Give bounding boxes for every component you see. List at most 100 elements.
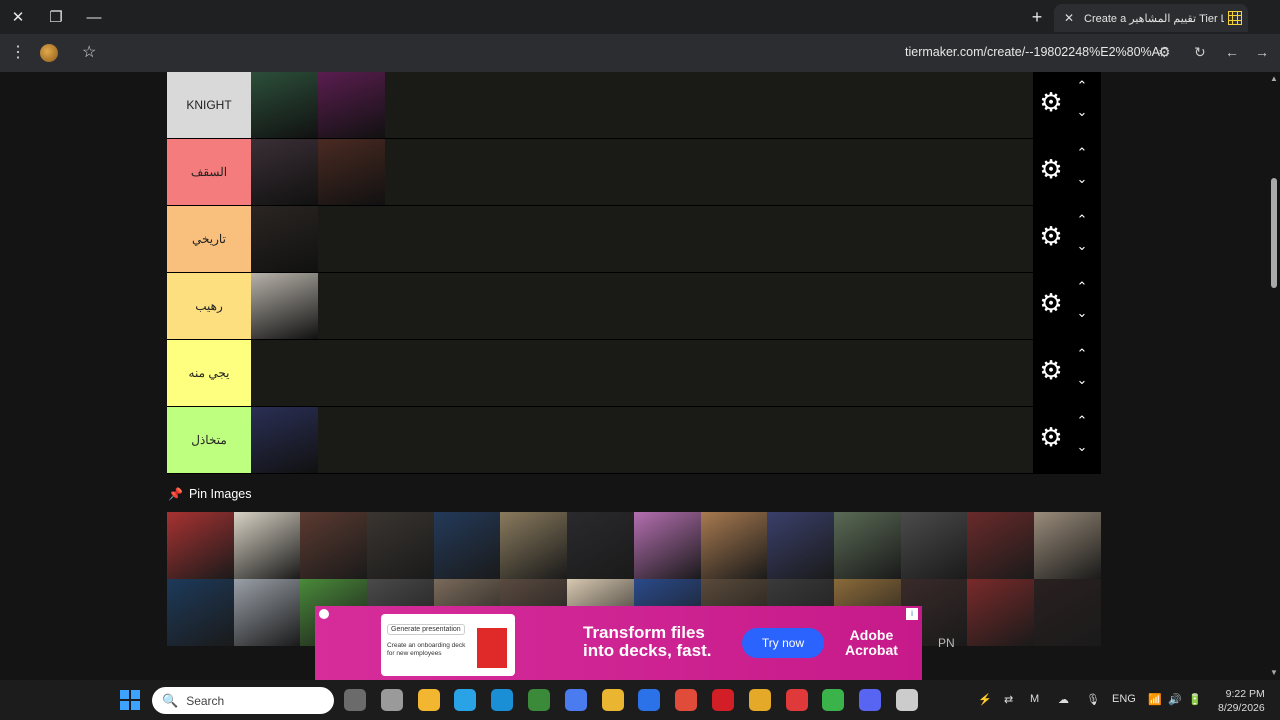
tier-items[interactable] <box>251 273 1033 339</box>
pool-image[interactable] <box>167 579 234 646</box>
tier-settings-gear-icon[interactable]: ⚙ <box>1039 223 1063 249</box>
pool-image[interactable] <box>300 512 368 579</box>
taskbar-app-icon[interactable] <box>748 689 771 711</box>
tier-settings-gear-icon[interactable]: ⚙ <box>1039 424 1063 450</box>
tier-item-image[interactable] <box>318 139 385 205</box>
pool-image[interactable] <box>433 512 501 579</box>
move-tier-up-icon[interactable]: ⌃ <box>1073 346 1091 361</box>
tier-label[interactable]: KNIGHT <box>167 72 251 138</box>
tier-items[interactable] <box>251 139 1033 205</box>
tier-item-image[interactable] <box>251 206 318 272</box>
tier-label[interactable]: السقف <box>167 139 251 205</box>
pool-image[interactable] <box>833 512 901 579</box>
pin-images-header[interactable]: 📌 Pin Images <box>168 487 251 501</box>
taskbar-app-icon[interactable] <box>601 689 624 711</box>
tier-items[interactable] <box>251 340 1033 406</box>
move-tier-up-icon[interactable]: ⌃ <box>1073 279 1091 294</box>
taskbar-app-icon[interactable] <box>712 689 734 711</box>
pool-image[interactable] <box>233 512 301 579</box>
tab-close-icon[interactable]: ✕ <box>1060 11 1078 25</box>
scrollbar-thumb[interactable] <box>1271 178 1277 288</box>
minimize-window-button[interactable]: — <box>76 0 112 34</box>
taskbar-app-icon[interactable] <box>638 689 661 711</box>
pool-image[interactable] <box>900 512 968 579</box>
battery-icon[interactable]: 🔋 <box>1188 693 1202 706</box>
close-window-button[interactable]: ✕ <box>0 0 36 34</box>
tier-item-image[interactable] <box>251 139 318 205</box>
page-scrollbar[interactable]: ▲ ▼ <box>1268 72 1280 680</box>
taskbar-app-icon[interactable] <box>785 689 808 711</box>
taskbar-app-icon[interactable] <box>528 689 550 711</box>
tray-mic-icon[interactable]: 🎙 <box>1086 693 1100 706</box>
tier-items[interactable] <box>251 206 1033 272</box>
move-tier-down-icon[interactable]: ⌄ <box>1073 305 1091 320</box>
taskbar-app-icon[interactable] <box>454 689 477 711</box>
reload-icon[interactable]: ↻ <box>1194 44 1206 61</box>
move-tier-down-icon[interactable]: ⌄ <box>1073 372 1091 387</box>
pool-image[interactable] <box>1033 579 1101 646</box>
pool-image[interactable] <box>633 512 701 579</box>
taskbar-app-icon[interactable] <box>896 689 918 711</box>
taskbar-app-icon[interactable] <box>417 689 440 711</box>
url-field[interactable]: tiermaker.com/create/--19802248%E2%80%AC <box>905 45 1169 59</box>
pool-image[interactable] <box>167 512 234 579</box>
move-tier-up-icon[interactable]: ⌃ <box>1073 413 1091 428</box>
tray-app-icon[interactable]: ⚡ <box>978 693 992 706</box>
tier-item-image[interactable] <box>251 273 318 339</box>
ad-info-icon[interactable]: i <box>906 608 918 620</box>
volume-icon[interactable]: 🔊 <box>1168 693 1182 706</box>
move-tier-down-icon[interactable]: ⌄ <box>1073 104 1091 119</box>
tier-label[interactable]: يجي منه <box>167 340 251 406</box>
taskbar-app-icon[interactable] <box>675 689 698 711</box>
tier-item-image[interactable] <box>251 72 318 138</box>
scroll-down-icon[interactable]: ▼ <box>1270 668 1278 677</box>
pool-image[interactable] <box>1033 512 1101 579</box>
taskbar-app-icon[interactable] <box>491 689 514 711</box>
forward-icon[interactable]: → <box>1255 44 1269 60</box>
taskbar-clock[interactable]: 9:22 PM 8/29/2026 <box>1218 687 1265 715</box>
tray-cloud-icon[interactable]: ☁ <box>1058 693 1069 706</box>
pool-image[interactable] <box>567 512 634 579</box>
tier-settings-gear-icon[interactable]: ⚙ <box>1039 357 1063 383</box>
wifi-icon[interactable]: 📶 <box>1148 693 1162 706</box>
site-settings-icon[interactable]: ⚙ <box>1158 44 1171 61</box>
taskbar-app-icon[interactable] <box>380 689 403 711</box>
pool-image[interactable] <box>967 579 1034 646</box>
pool-image[interactable] <box>233 579 301 646</box>
tray-settings-icon[interactable]: ⇄ <box>1004 693 1013 706</box>
move-tier-up-icon[interactable]: ⌃ <box>1073 212 1091 227</box>
pool-image[interactable] <box>967 512 1034 579</box>
restore-window-button[interactable]: ❐ <box>38 0 74 34</box>
scroll-up-icon[interactable]: ▲ <box>1270 74 1278 83</box>
browser-tab[interactable]: ✕ Create a تقييم المشاهير Tier List <box>1054 4 1248 32</box>
new-tab-button[interactable]: + <box>1024 0 1050 34</box>
tier-label[interactable]: متخاذل <box>167 407 251 473</box>
tier-item-image[interactable] <box>318 72 385 138</box>
tier-label[interactable]: تاريخي <box>167 206 251 272</box>
tier-settings-gear-icon[interactable]: ⚙ <box>1039 89 1063 115</box>
tier-items[interactable] <box>251 407 1033 473</box>
taskbar-app-icon[interactable] <box>822 689 845 711</box>
tier-items[interactable] <box>251 72 1033 138</box>
tier-settings-gear-icon[interactable]: ⚙ <box>1039 290 1063 316</box>
move-tier-down-icon[interactable]: ⌄ <box>1073 238 1091 253</box>
tray-language[interactable]: ENG <box>1112 693 1136 705</box>
tier-label[interactable]: رهيب <box>167 273 251 339</box>
move-tier-down-icon[interactable]: ⌄ <box>1073 171 1091 186</box>
pool-image[interactable] <box>367 512 434 579</box>
move-tier-up-icon[interactable]: ⌃ <box>1073 78 1091 93</box>
taskbar-app-icon[interactable] <box>859 689 882 711</box>
back-icon[interactable]: ← <box>1225 44 1239 60</box>
move-tier-up-icon[interactable]: ⌃ <box>1073 145 1091 160</box>
tier-settings-gear-icon[interactable]: ⚙ <box>1039 156 1063 182</box>
tier-item-image[interactable] <box>251 407 318 473</box>
tray-mail-icon[interactable]: M <box>1030 693 1039 705</box>
taskbar-app-icon[interactable] <box>344 689 366 711</box>
advertisement-banner[interactable]: Generate presentation Create an onboardi… <box>315 606 922 680</box>
ad-try-now-button[interactable]: Try now <box>742 628 824 658</box>
pool-image[interactable] <box>767 512 834 579</box>
taskbar-app-icon[interactable] <box>564 689 587 711</box>
pool-image[interactable] <box>700 512 768 579</box>
browser-menu-icon[interactable]: ⋮ <box>10 42 26 62</box>
windows-start-icon[interactable] <box>120 690 140 710</box>
